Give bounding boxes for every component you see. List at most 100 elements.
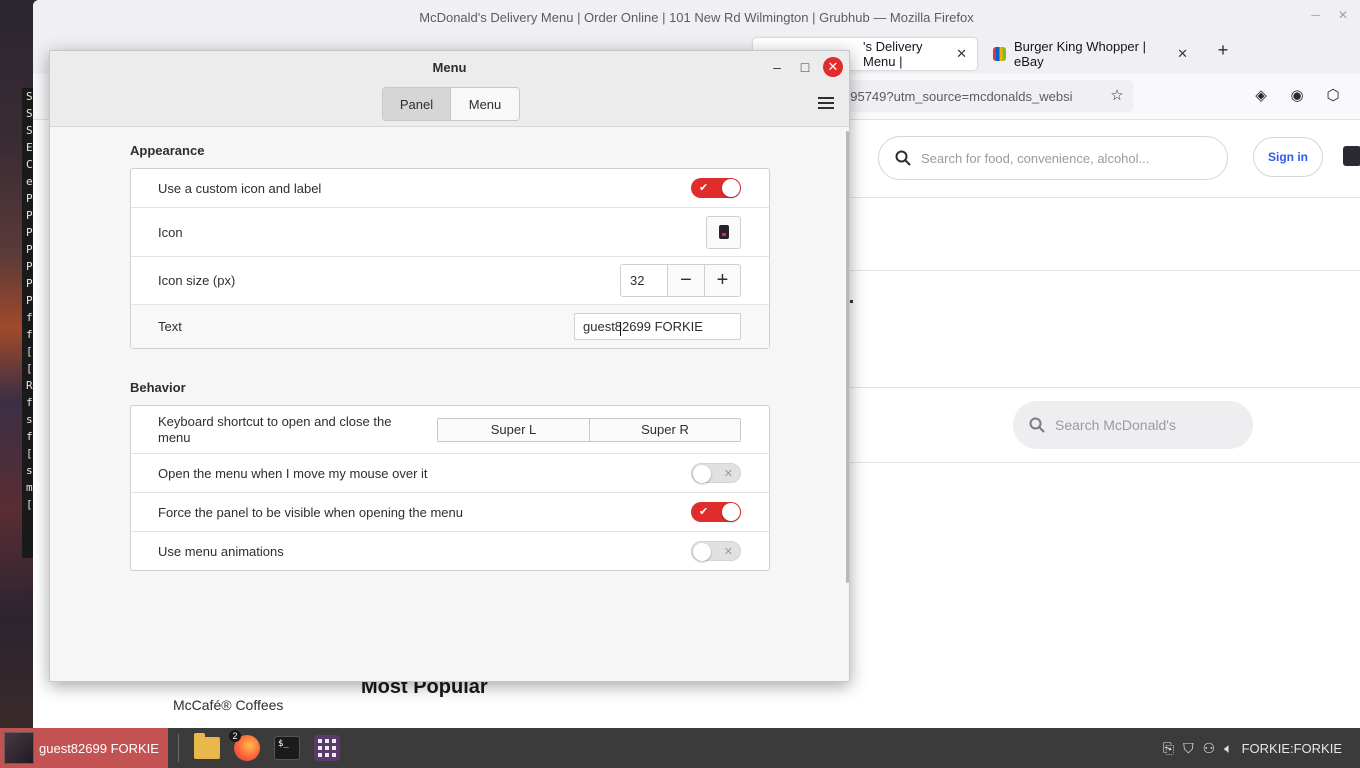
- account-icon[interactable]: ◉: [1287, 86, 1307, 106]
- appearance-heading: Appearance: [130, 143, 205, 158]
- user-menu-applet[interactable]: guest82699 FORKIE: [0, 728, 168, 768]
- toggle-knob: [693, 543, 711, 561]
- menu-icon-preview-icon: [718, 225, 729, 239]
- dialog-header: Menu – □ ✕ Panel Menu: [50, 51, 849, 127]
- animations-row: Use menu animations ✕: [131, 532, 769, 570]
- user-menu-label: guest82699 FORKIE: [39, 740, 159, 756]
- system-tray: ⎘ ⛉ ⚇ 🔈︎ FORKIE:FORKIE: [1163, 728, 1342, 768]
- force-panel-toggle[interactable]: ✔: [691, 502, 741, 522]
- force-panel-row: Force the panel to be visible when openi…: [131, 493, 769, 532]
- url-text: 095749?utm_source=mcdonalds_websi: [843, 88, 1073, 104]
- grubhub-search-field[interactable]: Search for food, convenience, alcohol...: [878, 136, 1228, 180]
- category-link-mccafe[interactable]: McCafé® Coffees: [173, 697, 283, 713]
- behavior-heading: Behavior: [130, 380, 186, 395]
- clock-label[interactable]: FORKIE:FORKIE: [1242, 741, 1342, 756]
- shortcut-label: Keyboard shortcut to open and close the …: [158, 413, 392, 445]
- firefox-titlebar: McDonald's Delivery Menu | Order Online …: [33, 0, 1360, 34]
- terminal-icon: $_: [274, 736, 300, 760]
- app-grid-launcher[interactable]: [309, 730, 345, 766]
- clipboard-icon[interactable]: ⎘: [1163, 740, 1174, 757]
- scrollbar[interactable]: [846, 131, 849, 583]
- text-label: Text: [158, 319, 182, 334]
- hover-row: Open the menu when I move my mouse over …: [131, 454, 769, 493]
- hover-toggle[interactable]: ✕: [691, 463, 741, 483]
- close-button[interactable]: ✕: [823, 57, 843, 77]
- force-panel-label: Force the panel to be visible when openi…: [158, 504, 463, 520]
- tab-close-icon[interactable]: ✕: [956, 46, 967, 62]
- tab-menu[interactable]: Menu: [451, 88, 519, 120]
- firefox-minimize-button[interactable]: ─: [1311, 8, 1320, 22]
- app-grid-icon: [314, 735, 340, 761]
- shield-icon[interactable]: ⛉: [1183, 740, 1194, 757]
- firefox-launcher[interactable]: 2: [229, 730, 265, 766]
- text-row: Text guest82699 FORKIE: [131, 305, 769, 348]
- pocket-icon[interactable]: ◈: [1251, 86, 1271, 106]
- menu-settings-dialog: Menu – □ ✕ Panel Menu Appearance Use a c…: [49, 50, 850, 682]
- dot: [850, 300, 853, 303]
- menu-label-input[interactable]: guest82699 FORKIE: [574, 313, 741, 340]
- shopping-bag-icon[interactable]: [1343, 146, 1360, 166]
- dialog-title: Menu: [432, 60, 467, 75]
- custom-icon-label: Use a custom icon and label: [158, 180, 322, 196]
- terminal-launcher[interactable]: $_: [269, 730, 305, 766]
- increment-button[interactable]: +: [704, 265, 740, 296]
- shortcut-super-l-button[interactable]: Super L: [438, 418, 589, 441]
- x-icon: ✕: [723, 468, 733, 480]
- shortcut-super-r-button[interactable]: Super R: [589, 418, 740, 441]
- volume-icon[interactable]: 🔈︎: [1224, 740, 1232, 757]
- icon-chooser-button[interactable]: [706, 215, 741, 249]
- check-icon: ✔: [699, 506, 709, 518]
- behavior-card: Keyboard shortcut to open and close the …: [130, 405, 770, 571]
- files-launcher[interactable]: [189, 730, 225, 766]
- folder-icon: [194, 733, 220, 759]
- hamburger-menu-icon[interactable]: [818, 97, 834, 109]
- shortcut-row: Keyboard shortcut to open and close the …: [131, 406, 769, 454]
- decrement-button[interactable]: −: [668, 265, 704, 296]
- custom-icon-toggle[interactable]: ✔: [691, 178, 741, 198]
- toggle-knob: [722, 179, 740, 197]
- tab-burger-king[interactable]: Burger King Whopper | eBay ✕: [983, 38, 1198, 70]
- animations-toggle[interactable]: ✕: [691, 541, 741, 561]
- icon-size-spinbutton: 32 − +: [620, 264, 741, 297]
- avatar: [4, 732, 34, 764]
- firefox-close-button[interactable]: ✕: [1338, 8, 1348, 22]
- new-tab-icon[interactable]: +: [1213, 40, 1233, 60]
- text-cursor-icon: [620, 322, 622, 336]
- icon-size-label: Icon size (px): [158, 273, 236, 288]
- firefox-window-controls: ─ ✕: [1311, 8, 1348, 22]
- bookmark-star-icon[interactable]: ☆: [1107, 86, 1127, 106]
- x-icon: ✕: [723, 546, 733, 558]
- hover-label: Open the menu when I move my mouse over …: [158, 465, 428, 481]
- separator: [178, 734, 179, 762]
- custom-icon-row: Use a custom icon and label ✔: [131, 169, 769, 208]
- icon-row: Icon: [131, 208, 769, 257]
- toggle-knob: [722, 503, 740, 521]
- ebay-favicon-icon: [993, 47, 1006, 61]
- search-icon: [1029, 417, 1045, 433]
- shortcut-buttons: Super L Super R: [437, 417, 741, 442]
- toggle-knob: [693, 465, 711, 483]
- search-icon: [895, 150, 911, 166]
- divider: [848, 387, 1360, 388]
- maximize-button[interactable]: □: [795, 57, 815, 77]
- tab-panel[interactable]: Panel: [383, 88, 451, 120]
- appearance-card: Use a custom icon and label ✔ Icon Icon …: [130, 168, 770, 349]
- divider: [848, 197, 1360, 198]
- minimize-button[interactable]: –: [767, 57, 787, 77]
- store-search-field[interactable]: Search McDonald's: [1013, 401, 1253, 449]
- network-icon[interactable]: ⚇: [1203, 740, 1216, 757]
- animations-label: Use menu animations: [158, 543, 284, 559]
- tab-label: Burger King Whopper | eBay: [1013, 39, 1146, 69]
- icon-label: Icon: [158, 224, 183, 240]
- divider: [848, 462, 1360, 463]
- check-icon: ✔: [699, 182, 709, 194]
- taskbar: guest82699 FORKIE 2 $_ ⎘ ⛉ ⚇ 🔈︎ FORKIE:F…: [0, 728, 1360, 768]
- icon-size-input[interactable]: 32: [621, 265, 668, 296]
- sign-in-button[interactable]: Sign in: [1253, 137, 1323, 177]
- page-switcher: Panel Menu: [382, 87, 520, 121]
- window-count-badge: 2: [229, 730, 241, 742]
- search-placeholder: Search for food, convenience, alcohol...: [921, 150, 1150, 166]
- tab-label: 's Delivery Menu |: [863, 39, 923, 69]
- tab-close-icon[interactable]: ✕: [1177, 46, 1188, 62]
- extensions-icon[interactable]: ⬡: [1323, 86, 1343, 106]
